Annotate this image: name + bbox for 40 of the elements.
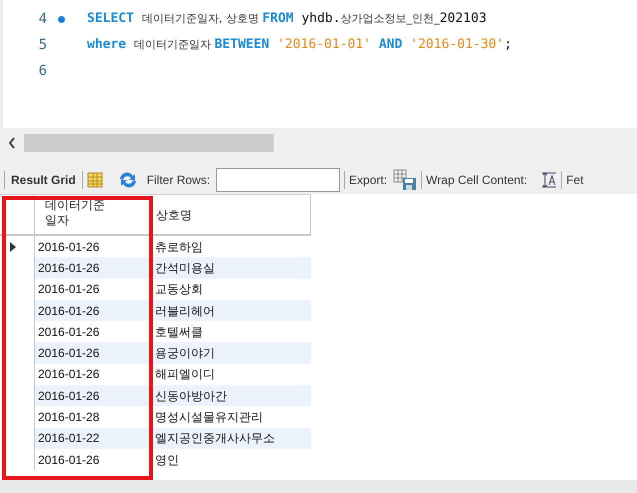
table-cell-text: 2016-01-28 bbox=[38, 409, 100, 426]
table-cell-text: 2016-01-26 bbox=[38, 238, 100, 256]
fetch-rows-label: Fet bbox=[566, 172, 584, 189]
table-cell-text: 2016-01-26 bbox=[38, 388, 100, 405]
table-cell-text: 용궁이야기 bbox=[155, 345, 215, 362]
table-cell-text: 2016-01-26 bbox=[38, 324, 100, 341]
table-cell-text: 2016-01-26 bbox=[38, 260, 100, 277]
code-line: where 데이터기준일자 BETWEEN '2016-01-01' AND '2016-01-30'; bbox=[87, 36, 512, 54]
table-cell-text: 해피엘이디 bbox=[155, 366, 215, 384]
table-cell-text: 교동상회 bbox=[155, 281, 203, 298]
save-grid-icon[interactable] bbox=[393, 169, 418, 191]
wrap-text-icon[interactable] bbox=[541, 172, 558, 188]
line-number: 5 bbox=[38, 36, 47, 54]
table-cell-text: 2016-01-22 bbox=[38, 430, 100, 448]
grid-columns-icon[interactable] bbox=[86, 172, 103, 188]
table-cell-text: 2016-01-26 bbox=[38, 281, 100, 298]
table-cell-text: 2016-01-26 bbox=[38, 345, 100, 362]
table-cell-text: 엘지공인중개사사무소 bbox=[155, 430, 275, 448]
table-cell-text: 2016-01-26 bbox=[38, 302, 100, 320]
scroll-left-icon[interactable] bbox=[8, 137, 16, 149]
column-header[interactable]: 데이터기준 일자 bbox=[35, 195, 152, 234]
table-cell-text: 2016-01-26 bbox=[38, 452, 100, 469]
wrap-cell-content-label: Wrap Cell Content: bbox=[426, 172, 528, 189]
code-line: SELECT 데이터기준일자, 상호명 FROM yhdb.상가업소정보_인천_202103 bbox=[87, 10, 487, 28]
table-cell-text: 2016-01-26 bbox=[38, 366, 100, 384]
table-cell-text: 러블리헤어 bbox=[155, 302, 215, 320]
table-cell-text: 간석미용실 bbox=[155, 260, 215, 277]
table-cell-text: 영인 bbox=[155, 452, 179, 469]
table-cell-text: 명성시설물유지관리 bbox=[155, 409, 263, 426]
line-number: 4 bbox=[38, 10, 47, 28]
export-label: Export: bbox=[349, 172, 388, 189]
table-cell-text: 츄로하임 bbox=[155, 238, 203, 256]
filter-rows-field[interactable] bbox=[216, 168, 340, 192]
scrollbar-thumb[interactable] bbox=[24, 134, 274, 152]
column-header[interactable]: 상호명 bbox=[152, 195, 311, 234]
result-grid-tab[interactable]: Result Grid bbox=[9, 171, 78, 189]
table-cell-text: 신동아방아간 bbox=[155, 388, 227, 405]
line-number: 6 bbox=[38, 62, 47, 80]
table-cell-text: 호텔써클 bbox=[155, 324, 203, 341]
filter-rows-label: Filter Rows: bbox=[146, 172, 210, 189]
